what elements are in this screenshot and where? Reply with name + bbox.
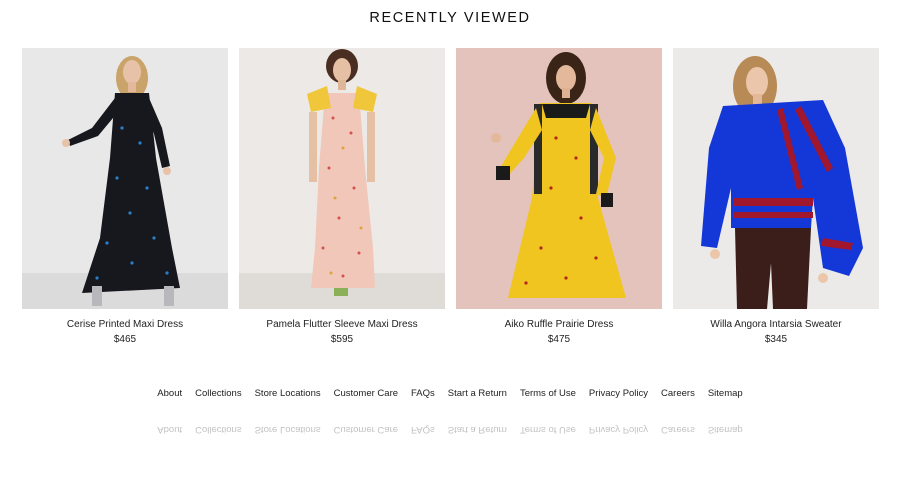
product-price: $465 [113,334,137,345]
product-name[interactable]: Aiko Ruffle Prairie Dress [505,319,614,330]
reflection-start-a-return: Start a Return [447,424,507,435]
footer-link-careers[interactable]: Careers [661,388,695,399]
footer-link-faqs[interactable]: FAQs [411,388,435,399]
product-price: $345 [764,334,788,345]
product-image-pamela[interactable] [239,48,445,309]
footer-link-sitemap[interactable]: Sitemap [708,388,743,399]
footer-link-privacy-policy[interactable]: Privacy Policy [589,388,648,399]
product-card-aiko-ruffle-prairie-dress[interactable]: Aiko Ruffle Prairie Dress $475 [456,48,662,345]
product-grid: Cerise Printed Maxi Dress $465 Pamela Fl… [22,48,879,345]
footer-nav: About Collections Store Locations Custom… [0,388,900,399]
reflection-customer-care: Customer Care [333,424,399,435]
product-image-aiko[interactable] [456,48,662,309]
recently-viewed-heading: RECENTLY VIEWED [369,10,531,26]
product-name[interactable]: Pamela Flutter Sleeve Maxi Dress [266,319,417,330]
product-card-willa-angora-intarsia-sweater[interactable]: Willa Angora Intarsia Sweater $345 [673,48,879,345]
footer-link-collections[interactable]: Collections [195,388,241,399]
reflection-privacy-policy: Privacy Policy [588,424,649,435]
reflection-faqs: FAQs [411,424,435,435]
product-card-cerise-printed-maxi-dress[interactable]: Cerise Printed Maxi Dress $465 [22,48,228,345]
footer-link-start-a-return[interactable]: Start a Return [448,388,507,399]
footer-link-about[interactable]: About [157,388,182,399]
reflection-sitemap: Sitemap [707,424,743,435]
reflection-about: About [157,424,183,435]
product-name[interactable]: Willa Angora Intarsia Sweater [710,319,841,330]
product-image-cerise[interactable] [22,48,228,309]
product-name[interactable]: Cerise Printed Maxi Dress [67,319,183,330]
recently-viewed-page: RECENTLY VIEWED Cerise Printed Maxi Dres… [0,0,900,491]
woman-in-pink-floral-maxi-dress-photo [239,48,445,309]
footer-link-store-locations[interactable]: Store Locations [255,388,321,399]
product-image-willa[interactable] [673,48,879,309]
footer-link-terms-of-use[interactable]: Terms of Use [520,388,576,399]
product-price: $595 [330,334,354,345]
reflection-terms-of-use: Terms of Use [519,424,576,435]
reflection-collections: Collections [195,424,242,435]
reflection-careers: Careers [661,424,695,435]
product-card-pamela-flutter-sleeve-maxi-dress[interactable]: Pamela Flutter Sleeve Maxi Dress $595 [239,48,445,345]
woman-in-black-maxi-dress-photo [22,48,228,309]
product-price: $475 [547,334,571,345]
woman-in-yellow-prairie-dress-photo [456,48,662,309]
footer-nav-reflection: About Collections Store Locations Custom… [0,424,900,435]
footer-link-customer-care[interactable]: Customer Care [334,388,398,399]
reflection-store-locations: Store Locations [254,424,321,435]
woman-in-blue-red-sweater-photo [673,48,879,309]
